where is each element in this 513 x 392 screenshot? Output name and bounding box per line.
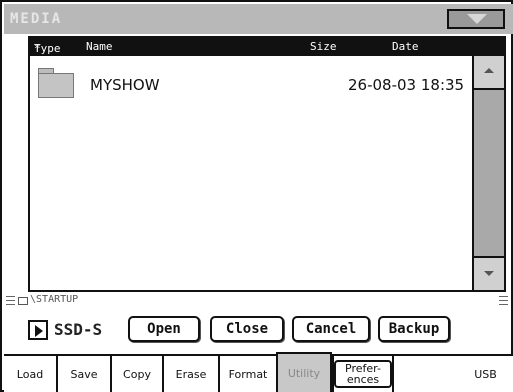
column-name-header[interactable]: Name [86, 40, 113, 53]
file-name: MYSHOW [90, 76, 160, 94]
triangle-right-icon [35, 325, 43, 337]
page-title: MEDIA [10, 11, 63, 27]
tab-usb[interactable]: USB [392, 356, 513, 392]
column-size-header[interactable]: Size [310, 40, 337, 53]
open-button[interactable]: Open [128, 316, 200, 342]
column-header: Type * Name Size Date [30, 38, 504, 56]
tab-preferences[interactable]: Prefer- ences [332, 356, 392, 392]
tab-bar: Load Save Copy Erase Format Utility Pref… [4, 352, 513, 392]
chevron-down-icon [467, 14, 487, 24]
menu-lines-icon [6, 296, 15, 305]
title-bar: MEDIA [4, 4, 513, 34]
file-date: 26-08-03 18:35 [348, 76, 465, 94]
backup-button[interactable]: Backup [378, 316, 450, 342]
tab-utility[interactable]: Utility [276, 352, 332, 392]
arrow-up-icon [484, 68, 494, 73]
cancel-button[interactable]: Cancel [292, 316, 370, 342]
file-list-panel: Type * Name Size Date MYSHOW 26-08-03 18… [28, 36, 506, 292]
close-button[interactable]: Close [210, 316, 284, 342]
vertical-scrollbar[interactable] [472, 56, 504, 290]
page-menu-button[interactable] [447, 9, 505, 29]
device-selector-button[interactable] [28, 320, 48, 340]
device-label: SSD-S [54, 320, 103, 339]
file-row[interactable]: MYSHOW 26-08-03 18:35 [34, 64, 472, 100]
scroll-down-button[interactable] [474, 256, 504, 290]
path-bar: \STARTUP [6, 294, 510, 308]
column-date-header[interactable]: Date [392, 40, 419, 53]
arrow-down-icon [484, 271, 494, 276]
menu-lines-icon [499, 296, 508, 305]
tab-copy[interactable]: Copy [110, 356, 162, 392]
tab-save[interactable]: Save [56, 356, 110, 392]
current-path: \STARTUP [30, 294, 79, 305]
tab-load[interactable]: Load [4, 356, 56, 392]
media-window: MEDIA Type * Name Size Date MYSHOW 26-08… [0, 0, 513, 392]
scroll-up-button[interactable] [474, 56, 504, 90]
tab-preferences-label: Prefer- ences [334, 360, 392, 388]
tab-format[interactable]: Format [218, 356, 276, 392]
drive-icon [18, 297, 28, 305]
tab-erase[interactable]: Erase [162, 356, 218, 392]
folder-icon [38, 68, 74, 98]
